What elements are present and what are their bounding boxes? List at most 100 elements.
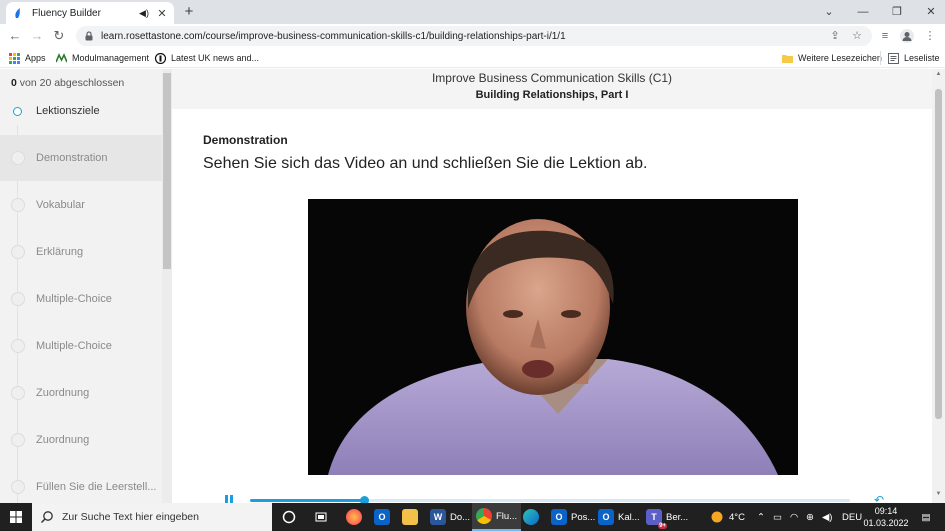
taskbar-outlook-mail[interactable]: O Pos...	[547, 503, 599, 531]
weather-widget[interactable]: 4°C	[710, 503, 745, 531]
lesson-item-multiple-choice-2[interactable]: Multiple-Choice	[0, 323, 162, 369]
browser-tab[interactable]: Fluency Builder ◀) ✕	[6, 2, 174, 24]
forward-icon[interactable]: →	[28, 27, 46, 45]
url-text: learn.rosettastone.com/course/improve-bu…	[101, 30, 566, 42]
input-language[interactable]: DEU	[842, 503, 862, 531]
tab-search-icon[interactable]: ⌄	[812, 0, 846, 24]
scroll-down-icon[interactable]: ▼	[932, 491, 945, 501]
search-icon	[40, 511, 53, 524]
share-icon[interactable]: ⇪	[826, 27, 844, 45]
lesson-label: Füllen Sie die Leerstell...	[36, 481, 157, 493]
lesson-sidebar: 0 von 20 abgeschlossen Lektionsziele Dem…	[0, 69, 162, 503]
lesson-item-fill-blanks[interactable]: Füllen Sie die Leerstell...	[0, 464, 162, 503]
lesson-label: Multiple-Choice	[36, 340, 112, 352]
reading-list-icon	[888, 52, 899, 64]
lesson-item-zuordnung-1[interactable]: Zuordnung	[0, 370, 162, 416]
address-bar[interactable]: learn.rosettastone.com/course/improve-bu…	[76, 26, 872, 46]
page-scrollbar[interactable]: ▲ ▼	[932, 69, 945, 503]
tab-title: Fluency Builder	[32, 7, 101, 19]
lesson-item-demonstration[interactable]: Demonstration	[0, 135, 162, 181]
lesson-status-dot	[11, 151, 25, 165]
lock-icon	[85, 31, 93, 41]
battery-icon[interactable]: ▭	[773, 503, 782, 531]
show-hidden-icons[interactable]: ⌃	[757, 503, 765, 531]
media-control-icon[interactable]: ≡	[876, 27, 894, 45]
lesson-item-lektionsziele[interactable]: Lektionsziele	[0, 88, 162, 134]
sidebar-scrollbar[interactable]	[162, 69, 172, 503]
browser-menu-icon[interactable]: ⋮	[921, 27, 939, 45]
close-window-icon[interactable]: ✕	[914, 0, 945, 24]
taskbar-word[interactable]: W Do...	[426, 503, 474, 531]
taskbar-chrome[interactable]: Flu...	[472, 503, 522, 531]
bookmark-modulmanagement-label: Modulmanagement	[72, 53, 150, 63]
new-tab-icon[interactable]: +	[180, 3, 198, 21]
instruction-text: Sehen Sie sich das Video an und schließe…	[203, 155, 648, 172]
outlook-mail-icon: O	[551, 509, 567, 525]
lesson-status-dot	[11, 433, 25, 447]
minimize-icon[interactable]: —	[846, 0, 880, 24]
lesson-status-dot	[11, 339, 25, 353]
clock-time: 09:14	[874, 506, 898, 516]
cortana-icon[interactable]	[278, 503, 300, 531]
profile-avatar-icon[interactable]	[898, 27, 916, 45]
bookmark-modulmanagement[interactable]: Modulmanagement	[56, 51, 149, 65]
file-explorer-icon[interactable]	[399, 503, 421, 531]
browser-tab-strip: Fluency Builder ◀) ✕ + ⌄ — ❐ ✕	[0, 0, 945, 24]
lesson-label: Lektionsziele	[36, 105, 100, 117]
main-content: Improve Business Communication Skills (C…	[172, 69, 932, 503]
firefox-icon[interactable]	[343, 503, 365, 531]
outlook-icon[interactable]: O	[371, 503, 393, 531]
taskbar-outlook-calendar[interactable]: O Kal...	[594, 503, 644, 531]
lesson-status-dot	[11, 245, 25, 259]
tab-close-icon[interactable]: ✕	[156, 7, 168, 20]
weather-sun-icon	[711, 511, 723, 523]
folder-icon	[782, 54, 793, 63]
task-view-icon[interactable]	[310, 503, 332, 531]
lesson-label: Zuordnung	[36, 387, 90, 399]
wifi-icon[interactable]: ◠	[790, 503, 798, 531]
bookmark-weitere-lesezeichen[interactable]: Weitere Lesezeichen	[782, 51, 882, 65]
taskbar-search[interactable]: Zur Suche Text hier eingeben	[32, 503, 272, 531]
network-icon[interactable]: ⊕	[806, 503, 814, 531]
bookmark-apps[interactable]: Apps	[9, 51, 46, 65]
lesson-item-erklaerung[interactable]: Erklärung	[0, 229, 162, 275]
video-player[interactable]	[308, 199, 798, 475]
lesson-item-vokabular[interactable]: Vokabular	[0, 182, 162, 228]
taskbar-outlook-calendar-label: Kal...	[618, 511, 640, 523]
taskbar-teams[interactable]: T 9+ Ber...	[642, 503, 692, 531]
replay-icon[interactable]: ↶	[874, 493, 888, 503]
browser-toolbar: ← → ↻ learn.rosettastone.com/course/impr…	[0, 24, 945, 48]
restore-icon[interactable]: ❐	[880, 0, 914, 24]
bookmark-uk-news[interactable]: Latest UK news and...	[155, 51, 259, 65]
lesson-label: Multiple-Choice	[36, 293, 112, 305]
taskbar-outlook-mail-label: Pos...	[571, 511, 596, 523]
page-scrollbar-thumb[interactable]	[935, 89, 942, 419]
taskbar-clock[interactable]: 09:14 01.03.2022	[862, 505, 910, 529]
edge-icon[interactable]	[520, 503, 542, 531]
volume-icon[interactable]: ◀)	[822, 503, 832, 531]
video-progress-bar[interactable]	[250, 496, 850, 503]
back-icon[interactable]: ←	[6, 27, 24, 45]
bookmark-star-icon[interactable]: ☆	[848, 27, 866, 45]
window-controls: ⌄ — ❐ ✕	[812, 0, 945, 24]
section-label: Demonstration	[203, 133, 288, 147]
lesson-status-dot	[11, 292, 25, 306]
chrome-icon	[476, 508, 492, 524]
word-icon: W	[430, 509, 446, 525]
unit-title: Building Relationships, Part I	[475, 89, 629, 101]
windows-start-icon[interactable]	[0, 503, 32, 531]
tab-audio-icon[interactable]: ◀)	[138, 8, 150, 19]
lesson-item-multiple-choice-1[interactable]: Multiple-Choice	[0, 276, 162, 322]
sidebar-scrollbar-thumb[interactable]	[163, 73, 171, 269]
bookmark-leseliste[interactable]: Leseliste	[880, 51, 940, 65]
video-progress-handle[interactable]	[360, 496, 369, 503]
lesson-item-zuordnung-2[interactable]: Zuordnung	[0, 417, 162, 463]
notification-center-icon[interactable]: ▤	[916, 503, 936, 531]
bookmarks-bar: Apps Modulmanagement Latest UK news and.…	[0, 48, 945, 68]
taskbar-chrome-label: Flu...	[496, 510, 518, 522]
lesson-status-dot	[11, 198, 25, 212]
teams-notification-badge: 9+	[658, 523, 667, 529]
scroll-up-icon[interactable]: ▲	[932, 71, 945, 81]
pause-icon[interactable]	[222, 493, 236, 503]
reload-icon[interactable]: ↻	[50, 27, 68, 45]
